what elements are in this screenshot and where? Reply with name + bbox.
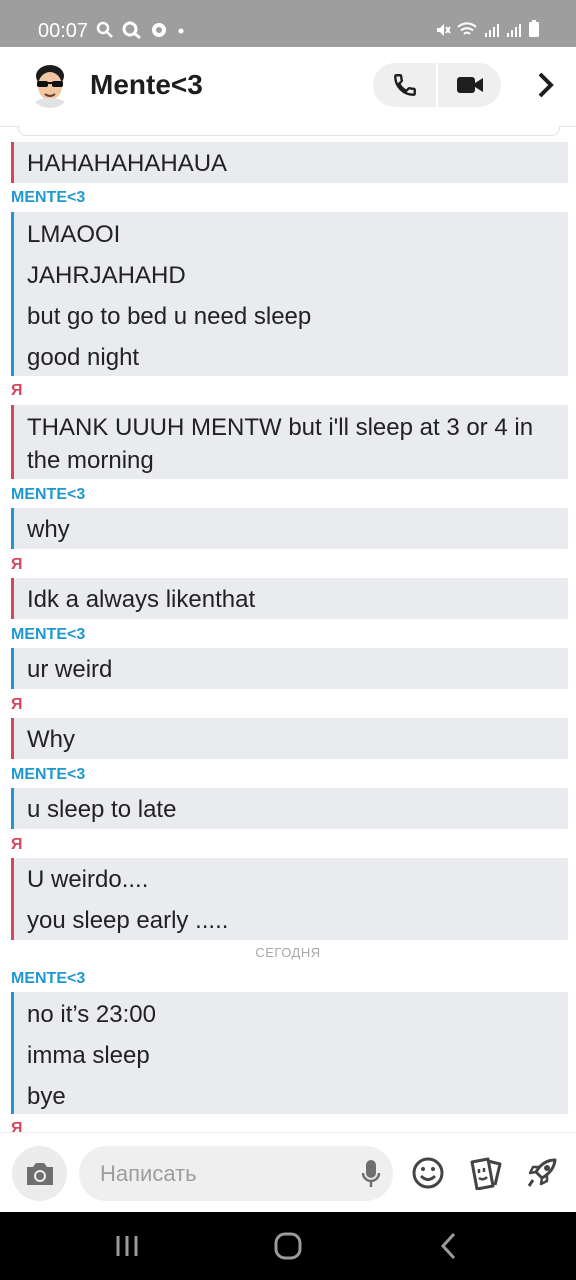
emoji-icon [412,1157,444,1189]
message-text: no it’s 23:00 [27,1001,156,1028]
chevron-right-icon [538,72,554,98]
chat-input[interactable] [100,1161,350,1187]
sender-label: Я [11,696,23,713]
message-text: Why [27,726,75,753]
phone-icon [393,74,416,96]
message-text: you sleep early ..... [27,907,229,934]
chat-header: Mente<3 [0,47,576,127]
signal-icon [484,24,499,37]
message-group: THANK UUUH MENTW but i'll sleep at 3 or … [11,405,568,479]
sender-label: MENTE<3 [11,189,86,206]
message-text: the morning [27,447,154,474]
message-text: ur weird [27,656,113,683]
message-text: but go to bed u need sleep [27,303,312,330]
signal-icon [506,24,521,37]
message-text: JAHRJAHAHD [27,262,186,289]
message-text: LMAOOI [27,221,121,248]
battery-icon [529,20,539,37]
voice-call-button[interactable] [373,63,436,107]
chat-thread[interactable]: HAHAHAHAHAUA MENTE<3 LMAOOI JAHRJAHAHD b… [0,126,576,1132]
search-icon [122,21,141,40]
search-icon [96,21,113,38]
message-group: HAHAHAHAHAUA [11,142,568,183]
camera-icon [26,1162,53,1185]
video-call-button[interactable] [438,63,501,107]
back-button[interactable] [419,1228,479,1264]
sender-label: MENTE<3 [11,626,86,643]
microphone-icon [361,1160,381,1187]
message-text: THANK UUUH MENTW but i'll sleep at 3 or … [27,414,534,441]
camera-button[interactable] [12,1146,67,1201]
message-group: Why [11,718,568,759]
mute-icon [437,24,452,36]
rocket-icon [527,1158,557,1187]
stickers-icon [470,1157,502,1190]
message-composer [0,1132,576,1213]
message-group: U weirdo.... you sleep early ..... [11,858,568,940]
more-button[interactable] [532,69,560,101]
message-group: LMAOOI JAHRJAHAHD but go to bed u need s… [11,212,568,376]
message-text: bye [27,1083,66,1110]
games-button[interactable] [522,1153,562,1193]
message-text: good night [27,344,140,371]
bitmoji-avatar-icon [32,65,68,108]
message-group: why [11,508,568,549]
dot-icon [178,28,184,34]
message-group: no it’s 23:00 imma sleep bye [11,992,568,1114]
date-divider: СЕГОДНЯ [255,945,321,960]
message-text: imma sleep [27,1042,150,1069]
wifi-icon [457,22,478,35]
voice-note-button[interactable] [359,1158,383,1190]
status-time: 00:07 [38,20,89,42]
sender-label: MENTE<3 [11,970,86,987]
back-icon [440,1232,456,1260]
system-icons [435,20,540,42]
message-text: HAHAHAHAHAUA [27,150,228,177]
notification-icons [96,21,185,44]
avatar[interactable] [28,62,72,108]
message-text: why [27,516,70,543]
previous-media-card[interactable] [18,126,560,136]
sender-label: Я [11,836,23,853]
video-icon [456,77,483,93]
sender-label: Я [11,556,23,573]
chat-input-container [79,1146,393,1201]
home-icon [274,1232,302,1260]
message-text: U weirdo.... [27,866,149,893]
emoji-button[interactable] [408,1153,448,1193]
system-navigation-bar [0,1212,576,1280]
app-icon [152,23,167,37]
sender-label: MENTE<3 [11,486,86,503]
sender-label: Я [11,1120,23,1132]
message-group: ur weird [11,648,568,689]
stickers-button[interactable] [466,1153,506,1193]
contact-name[interactable]: Mente<3 [90,69,203,101]
message-group: u sleep to late [11,788,568,829]
home-button[interactable] [258,1228,318,1264]
message-text: u sleep to late [27,796,177,823]
sender-label: Я [11,382,23,399]
call-actions [373,63,501,107]
recent-apps-button[interactable] [97,1228,157,1264]
message-group: Idk a always likenthat [11,578,568,619]
recent-apps-icon [116,1236,138,1256]
status-bar: 00:07 [0,0,576,47]
sender-label: MENTE<3 [11,766,86,783]
message-text: Idk a always likenthat [27,586,256,613]
